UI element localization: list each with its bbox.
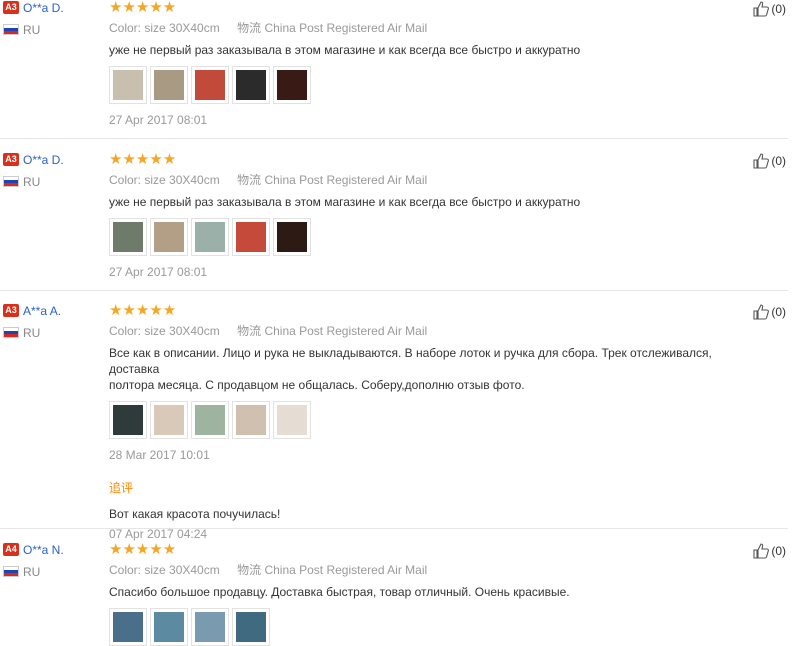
color-value: size 30X40cm <box>144 21 220 35</box>
buyer-level-badge: A3 <box>3 153 19 167</box>
helpful-count: (0) <box>771 154 786 168</box>
thumbs-up-icon <box>753 1 770 17</box>
review-photos <box>109 608 749 646</box>
review-body: ★★★★★ Color: size 30X40cm 物流 China Post … <box>109 152 749 280</box>
star-rating: ★★★★★ <box>109 302 177 319</box>
shipping-value: China Post Registered Air Mail <box>264 21 428 35</box>
shipping-label: 物流 <box>237 21 262 35</box>
review-text: Спасибо большое продавцу. Доставка быстр… <box>109 585 570 599</box>
order-attributes: Color: size 30X40cm 物流 China Post Regist… <box>109 172 749 188</box>
color-label: Color: <box>109 173 142 187</box>
review-text: уже не первый раз заказывала в этом мага… <box>109 43 581 57</box>
reviewer-name[interactable]: O**a N. <box>23 543 64 557</box>
shipping-value: China Post Registered Air Mail <box>264 563 428 577</box>
review-text: уже не первый раз заказывала в этом мага… <box>109 195 581 209</box>
reviewer-info: A4 O**a N. RU <box>3 542 103 579</box>
helpful-button[interactable]: (0) <box>752 0 786 18</box>
review-photo[interactable] <box>191 608 229 646</box>
reviewer-name[interactable]: O**a D. <box>23 153 64 167</box>
review-photo[interactable] <box>150 218 188 256</box>
buyer-level-badge: A4 <box>3 543 19 557</box>
reviewer-country: RU <box>23 174 41 189</box>
star-rating: ★★★★★ <box>109 151 177 168</box>
helpful-count: (0) <box>771 2 786 16</box>
helpful-button[interactable]: (0) <box>752 152 786 170</box>
russia-flag-icon <box>3 327 19 339</box>
review-photo[interactable] <box>191 401 229 439</box>
buyer-level-badge: A3 <box>3 304 19 318</box>
color-label: Color: <box>109 324 142 338</box>
review-photo[interactable] <box>232 66 270 104</box>
review-photo[interactable] <box>109 401 147 439</box>
helpful-count: (0) <box>771 544 786 558</box>
followup-text: Вот какая красота почучилась! <box>109 507 281 521</box>
reviewer-country: RU <box>23 22 41 37</box>
review-photo[interactable] <box>191 218 229 256</box>
thumbs-up-icon <box>753 543 770 559</box>
review-photo[interactable] <box>191 66 229 104</box>
review-photo[interactable] <box>109 218 147 256</box>
helpful-button[interactable]: (0) <box>752 303 786 321</box>
review-date: 28 Mar 2017 10:01 <box>109 448 210 462</box>
review-photo[interactable] <box>273 66 311 104</box>
star-rating: ★★★★★ <box>109 0 177 16</box>
color-value: size 30X40cm <box>144 324 220 338</box>
star-rating: ★★★★★ <box>109 541 177 558</box>
reviewer-info: A3 O**a D. RU <box>3 152 103 189</box>
review-divider <box>0 138 788 139</box>
review-photo[interactable] <box>109 608 147 646</box>
review-body: ★★★★★ Color: size 30X40cm 物流 China Post … <box>109 303 749 542</box>
color-label: Color: <box>109 21 142 35</box>
russia-flag-icon <box>3 566 19 578</box>
review-photo[interactable] <box>150 608 188 646</box>
review-photo[interactable] <box>232 608 270 646</box>
reviewer-name[interactable]: O**a D. <box>23 1 64 15</box>
followup-label: 追评 <box>109 481 134 495</box>
review-photo[interactable] <box>109 66 147 104</box>
review-photo[interactable] <box>232 218 270 256</box>
buyer-level-badge: A3 <box>3 1 19 15</box>
review-text-line: Все как в описании. Лицо и рука не выкла… <box>109 346 712 376</box>
shipping-value: China Post Registered Air Mail <box>264 173 428 187</box>
review-photo[interactable] <box>273 218 311 256</box>
russia-flag-icon <box>3 176 19 188</box>
review-photo[interactable] <box>150 401 188 439</box>
helpful-count: (0) <box>771 305 786 319</box>
shipping-value: China Post Registered Air Mail <box>264 324 428 338</box>
review-date: 27 Apr 2017 08:01 <box>109 113 208 127</box>
color-value: size 30X40cm <box>144 563 220 577</box>
reviewer-country: RU <box>23 564 41 579</box>
thumbs-up-icon <box>753 304 770 320</box>
review-photos <box>109 218 749 256</box>
review-photos <box>109 66 749 104</box>
review-body: ★★★★★ Color: size 30X40cm 物流 China Post … <box>109 0 749 128</box>
review-photo[interactable] <box>150 66 188 104</box>
review-date: 27 Apr 2017 08:01 <box>109 265 208 279</box>
review-divider <box>0 528 788 529</box>
order-attributes: Color: size 30X40cm 物流 China Post Regist… <box>109 20 749 36</box>
thumbs-up-icon <box>753 153 770 169</box>
shipping-label: 物流 <box>237 173 262 187</box>
color-label: Color: <box>109 563 142 577</box>
order-attributes: Color: size 30X40cm 物流 China Post Regist… <box>109 562 749 578</box>
color-value: size 30X40cm <box>144 173 220 187</box>
shipping-label: 物流 <box>237 563 262 577</box>
russia-flag-icon <box>3 24 19 36</box>
review-photo[interactable] <box>232 401 270 439</box>
shipping-label: 物流 <box>237 324 262 338</box>
review-text-line: полтора месяца. С продавцом не общалась.… <box>109 378 525 392</box>
reviewer-country: RU <box>23 325 41 340</box>
order-attributes: Color: size 30X40cm 物流 China Post Regist… <box>109 323 749 339</box>
review-text: Все как в описании. Лицо и рука не выкла… <box>109 345 749 393</box>
review-photos <box>109 401 749 439</box>
review-divider <box>0 290 788 291</box>
reviewer-name[interactable]: A**a A. <box>23 304 61 318</box>
helpful-button[interactable]: (0) <box>752 542 786 560</box>
review-body: ★★★★★ Color: size 30X40cm 物流 China Post … <box>109 542 749 646</box>
reviewer-info: A3 O**a D. RU <box>3 0 103 37</box>
review-photo[interactable] <box>273 401 311 439</box>
reviewer-info: A3 A**a A. RU <box>3 303 103 340</box>
